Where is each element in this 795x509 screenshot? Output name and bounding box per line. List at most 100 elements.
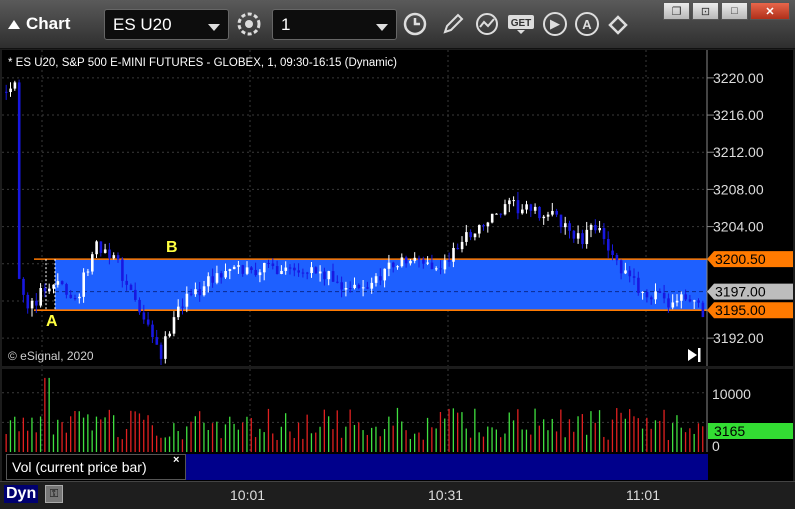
volume-bar bbox=[190, 421, 192, 452]
volume-bar bbox=[564, 437, 566, 452]
link-icon[interactable] bbox=[604, 9, 634, 39]
lock-icon[interactable]: ⚿ bbox=[45, 485, 63, 503]
vol-last-label: 3165 bbox=[714, 423, 745, 439]
scroll-to-end-icon[interactable] bbox=[688, 348, 701, 362]
down-bar bbox=[392, 262, 395, 268]
volume-pane[interactable]: 10000 0 3165 bbox=[2, 369, 793, 454]
down-bar bbox=[288, 267, 292, 269]
volume-bar bbox=[482, 436, 485, 452]
close-icon[interactable]: × bbox=[173, 454, 179, 466]
down-bar bbox=[306, 272, 309, 274]
volume-bar bbox=[203, 422, 205, 452]
volume-bar bbox=[646, 417, 648, 452]
volume-bar bbox=[35, 432, 37, 452]
volume-bar bbox=[242, 422, 244, 452]
maximize-icon: □ bbox=[731, 5, 738, 17]
volume-bar bbox=[487, 426, 489, 452]
close-icon: ✕ bbox=[765, 5, 775, 18]
up-bar bbox=[503, 204, 507, 215]
price-axis-label: 3204.00 bbox=[713, 219, 764, 235]
up-bar bbox=[465, 232, 468, 242]
price-pane[interactable]: 3220.00 3216.00 3212.00 3208.00 3204.00 3192.… bbox=[2, 50, 793, 366]
volume-bar bbox=[504, 433, 506, 452]
restore-button[interactable]: ❐ bbox=[663, 2, 690, 20]
marker-a[interactable]: A bbox=[46, 313, 58, 330]
volume-bar bbox=[672, 423, 674, 452]
interval-value: 1 bbox=[281, 14, 291, 34]
dyn-label[interactable]: Dyn bbox=[4, 485, 39, 503]
down-bar bbox=[250, 267, 253, 270]
volume-bar bbox=[259, 428, 261, 452]
volume-bar bbox=[306, 414, 308, 452]
down-bar bbox=[17, 82, 21, 279]
get-icon[interactable]: GET bbox=[505, 9, 537, 39]
volume-study-label[interactable]: Vol (current price bar) bbox=[6, 454, 186, 480]
alert-icon[interactable]: A bbox=[572, 9, 602, 39]
volume-bar bbox=[396, 407, 399, 452]
down-bar bbox=[516, 200, 520, 214]
volume-bar bbox=[676, 415, 678, 452]
down-bar bbox=[529, 204, 533, 211]
maximize-button[interactable]: □ bbox=[721, 2, 748, 20]
price-axis-label: 3212.00 bbox=[713, 144, 764, 160]
volume-bar bbox=[414, 433, 416, 452]
up-bar bbox=[224, 271, 227, 278]
volume-bar bbox=[538, 425, 540, 452]
down-bar bbox=[198, 289, 202, 296]
volume-scroll-area[interactable] bbox=[186, 454, 708, 480]
up-bar bbox=[194, 289, 197, 295]
up-bar bbox=[542, 216, 546, 219]
volume-bar bbox=[151, 425, 153, 452]
volume-bar bbox=[689, 428, 691, 452]
clock-icon[interactable] bbox=[400, 9, 430, 39]
study-icon[interactable] bbox=[472, 9, 502, 39]
up-bar bbox=[215, 273, 219, 283]
close-button[interactable]: ✕ bbox=[750, 2, 790, 20]
volume-bar bbox=[616, 408, 618, 452]
gear-icon[interactable] bbox=[234, 9, 264, 39]
volume-bar bbox=[452, 408, 454, 452]
volume-bar bbox=[641, 428, 644, 452]
volume-bar bbox=[323, 409, 325, 452]
play-icon[interactable]: ▶ bbox=[540, 9, 570, 39]
pencil-icon[interactable] bbox=[438, 9, 468, 39]
up-bar bbox=[546, 214, 550, 217]
down-bar bbox=[688, 299, 692, 302]
interval-combo[interactable]: 1 bbox=[272, 9, 397, 40]
volume-bar bbox=[551, 418, 553, 452]
up-bar bbox=[409, 260, 412, 264]
volume-bar bbox=[444, 418, 446, 452]
down-bar bbox=[314, 267, 318, 274]
up-bar bbox=[413, 257, 417, 261]
volume-bar bbox=[117, 437, 119, 452]
up-bar bbox=[48, 288, 51, 292]
volume-label-row: Vol (current price bar) × bbox=[2, 452, 793, 481]
app-title[interactable]: Chart bbox=[8, 12, 70, 36]
volume-bar bbox=[31, 417, 33, 452]
symbol-combo[interactable]: ES U20 bbox=[104, 9, 229, 40]
down-bar bbox=[146, 319, 150, 325]
volume-bar bbox=[375, 426, 377, 452]
volume-bar bbox=[52, 434, 55, 452]
time-label: 10:01 bbox=[230, 487, 266, 503]
volume-bar bbox=[233, 423, 235, 452]
up-bar bbox=[353, 284, 356, 289]
down-bar bbox=[121, 259, 124, 281]
down-bar bbox=[439, 268, 442, 270]
volume-bar bbox=[22, 417, 24, 452]
down-bar bbox=[697, 300, 700, 303]
volume-bar bbox=[667, 440, 669, 452]
up-bar bbox=[654, 291, 657, 300]
snap-button[interactable]: ⊡ bbox=[692, 2, 719, 20]
volume-bar bbox=[358, 422, 360, 452]
up-bar bbox=[82, 272, 85, 297]
up-bar bbox=[258, 272, 262, 276]
volume-bar bbox=[495, 429, 497, 452]
marker-b[interactable]: B bbox=[166, 239, 178, 256]
down-bar bbox=[581, 233, 584, 245]
volume-bar bbox=[474, 408, 476, 452]
time-axis[interactable]: Dyn ⚿ 10:01 10:31 11:01 bbox=[0, 481, 795, 509]
up-bar bbox=[344, 288, 348, 290]
down-bar bbox=[662, 293, 666, 299]
volume-bar bbox=[422, 439, 424, 452]
